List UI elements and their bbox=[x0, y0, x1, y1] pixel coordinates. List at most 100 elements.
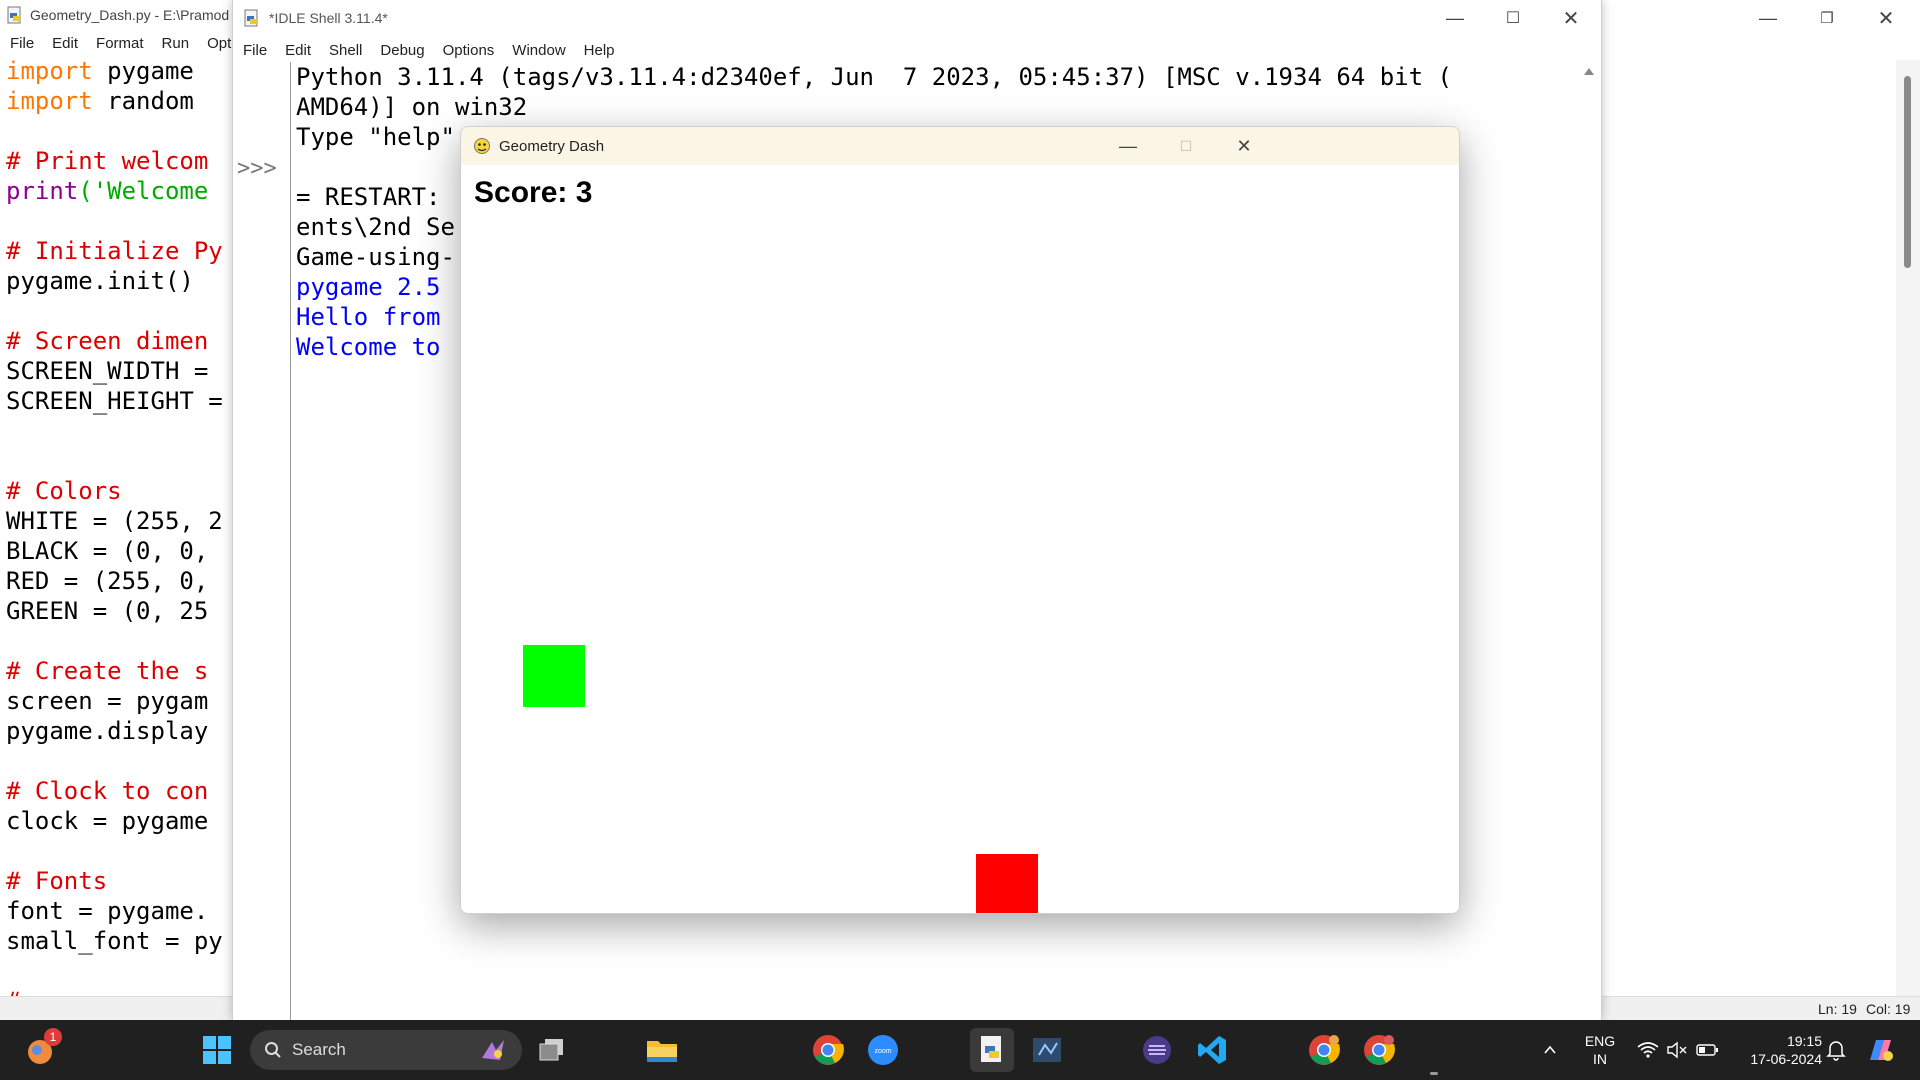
search-icon bbox=[264, 1041, 282, 1059]
code-token: small_font = py bbox=[6, 927, 223, 955]
eclipse-icon[interactable] bbox=[1135, 1028, 1179, 1072]
shell-menu-help[interactable]: Help bbox=[575, 42, 624, 59]
editor-code-line: import random bbox=[6, 86, 223, 116]
editor-code-line bbox=[6, 116, 223, 146]
game-titlebar[interactable]: Geometry Dash — ☐ ✕ bbox=[461, 127, 1459, 165]
editor-menu-edit[interactable]: Edit bbox=[43, 35, 87, 52]
code-token: RED = (255, 0, bbox=[6, 567, 209, 595]
status-line: Ln: 19 bbox=[1818, 1001, 1857, 1017]
file-explorer-icon[interactable] bbox=[640, 1028, 684, 1072]
editor-code-line: # Fonts bbox=[6, 866, 223, 896]
code-token: # Create the s bbox=[6, 657, 209, 685]
shell-prompt-gutter: >>> bbox=[233, 62, 291, 1020]
clock-time: 19:15 bbox=[1786, 1033, 1822, 1049]
shell-menu-options[interactable]: Options bbox=[434, 42, 504, 59]
code-token: # Colors bbox=[6, 477, 122, 505]
code-token: # Fonts bbox=[6, 867, 108, 895]
language-code: ENG bbox=[1584, 1033, 1616, 1049]
editor-code-line: # Colors bbox=[6, 476, 223, 506]
code-token: # Clock to con bbox=[6, 777, 209, 805]
shell-maximize-button[interactable]: ☐ bbox=[1484, 0, 1542, 36]
start-windows-icon[interactable] bbox=[195, 1028, 239, 1072]
shell-titlebar[interactable]: *IDLE Shell 3.11.4* — ☐ ✕ bbox=[233, 0, 1601, 36]
shell-output-line: AMD64)] on win32 bbox=[296, 93, 528, 121]
editor-code-line: # Screen dimen bbox=[6, 326, 223, 356]
editor-code-line bbox=[6, 296, 223, 326]
notifications-bell-icon[interactable] bbox=[1826, 1039, 1846, 1061]
task-view-icon[interactable] bbox=[530, 1028, 574, 1072]
editor-code-line bbox=[6, 626, 223, 656]
game-close-button[interactable]: ✕ bbox=[1215, 127, 1273, 165]
code-token: pygame bbox=[92, 57, 194, 85]
shell-scrollbar[interactable] bbox=[1581, 62, 1599, 1020]
editor-code-line: # Print welcom bbox=[6, 146, 223, 176]
editor-scrollbar[interactable] bbox=[1896, 60, 1920, 1020]
editor-menu-file[interactable]: File bbox=[0, 35, 43, 52]
editor-code-line bbox=[6, 836, 223, 866]
region-code: IN bbox=[1593, 1051, 1607, 1067]
chrome-icon[interactable] bbox=[806, 1028, 850, 1072]
game-canvas[interactable]: Score: 3 bbox=[461, 165, 1459, 913]
game-title: Geometry Dash bbox=[499, 137, 605, 155]
search-label: Search bbox=[292, 1040, 346, 1059]
editor-scrollbar-thumb[interactable] bbox=[1904, 76, 1911, 268]
shell-menu-file[interactable]: File bbox=[233, 42, 276, 59]
taskbar-search-box[interactable]: Search bbox=[250, 1030, 522, 1070]
notification-badge: 1 bbox=[44, 1028, 62, 1046]
shell-menubar: File Edit Shell Debug Options Window Hel… bbox=[233, 36, 1601, 64]
battery-icon[interactable] bbox=[1696, 1042, 1720, 1058]
shell-menu-edit[interactable]: Edit bbox=[276, 42, 320, 59]
editor-title: Geometry_Dash.py - E:\Pramod bbox=[30, 7, 230, 23]
editor-code-line: pygame.display bbox=[6, 716, 223, 746]
code-token: # Screen dimen bbox=[6, 327, 209, 355]
editor-code-line: font = pygame. bbox=[6, 896, 223, 926]
shell-menu-debug[interactable]: Debug bbox=[371, 42, 433, 59]
clock[interactable]: 19:15 17-06-2024 bbox=[1732, 1032, 1822, 1068]
speaker-muted-icon[interactable] bbox=[1666, 1041, 1688, 1059]
editor-code-line: screen = pygam bbox=[6, 686, 223, 716]
scroll-up-arrow-icon[interactable] bbox=[1584, 68, 1594, 75]
python-file-icon bbox=[6, 6, 24, 24]
zoom-icon[interactable]: zoom bbox=[861, 1028, 905, 1072]
copilot-app-icon[interactable]: 1 bbox=[20, 1028, 64, 1072]
code-token: GREEN = (0, 25 bbox=[6, 597, 209, 625]
wifi-icon[interactable] bbox=[1637, 1041, 1659, 1059]
editor-code-line: SCREEN_WIDTH = bbox=[6, 356, 223, 386]
shell-minimize-button[interactable]: — bbox=[1426, 0, 1484, 36]
editor-menu-run[interactable]: Run bbox=[153, 35, 199, 52]
language-indicator[interactable]: ENG IN bbox=[1580, 1032, 1620, 1068]
copilot-tray-icon[interactable] bbox=[1864, 1034, 1896, 1066]
shell-close-button[interactable]: ✕ bbox=[1542, 0, 1600, 36]
code-token: import bbox=[6, 87, 93, 115]
editor-code-line: print('Welcome bbox=[6, 176, 223, 206]
chevron-up-icon[interactable] bbox=[1542, 1042, 1558, 1058]
code-token: # Initialize Py bbox=[6, 237, 223, 265]
editor-menu-format[interactable]: Format bbox=[87, 35, 153, 52]
status-col: Col: 19 bbox=[1866, 1001, 1911, 1017]
editor-code-line: SCREEN_HEIGHT = bbox=[6, 386, 223, 416]
pygame-taskbar-icon[interactable] bbox=[1025, 1028, 1069, 1072]
editor-code-line: # Create the s bbox=[6, 656, 223, 686]
pygame-snake-icon bbox=[473, 137, 491, 155]
shell-output-line: Python 3.11.4 (tags/v3.11.4:d2340ef, Jun… bbox=[296, 63, 1452, 91]
shell-title: *IDLE Shell 3.11.4* bbox=[269, 10, 388, 26]
score-text: Score: 3 bbox=[474, 176, 593, 209]
code-token: pygame.display bbox=[6, 717, 209, 745]
editor-code-line: import pygame bbox=[6, 56, 223, 86]
idle-python-taskbar-icon[interactable] bbox=[970, 1028, 1014, 1072]
chrome-profile-1-icon[interactable] bbox=[1302, 1028, 1346, 1072]
shell-menu-shell[interactable]: Shell bbox=[320, 42, 371, 59]
game-minimize-button[interactable]: — bbox=[1099, 127, 1157, 165]
editor-code-line bbox=[6, 416, 223, 446]
editor-code-area[interactable]: import pygame import random # Print welcom… bbox=[6, 56, 223, 1016]
obstacle-square bbox=[976, 854, 1038, 913]
code-token: screen = pygam bbox=[6, 687, 209, 715]
taskbar: 1 Search zoom ENG IN 19:15 17-06-2024 bbox=[0, 1020, 1920, 1080]
editor-code-line: BLACK = (0, 0, bbox=[6, 536, 223, 566]
vscode-icon[interactable] bbox=[1190, 1028, 1234, 1072]
editor-code-line bbox=[6, 956, 223, 986]
editor-code-line: small_font = py bbox=[6, 926, 223, 956]
shell-prompt: >>> bbox=[237, 156, 277, 181]
shell-menu-window[interactable]: Window bbox=[503, 42, 574, 59]
chrome-profile-2-icon[interactable] bbox=[1357, 1028, 1401, 1072]
